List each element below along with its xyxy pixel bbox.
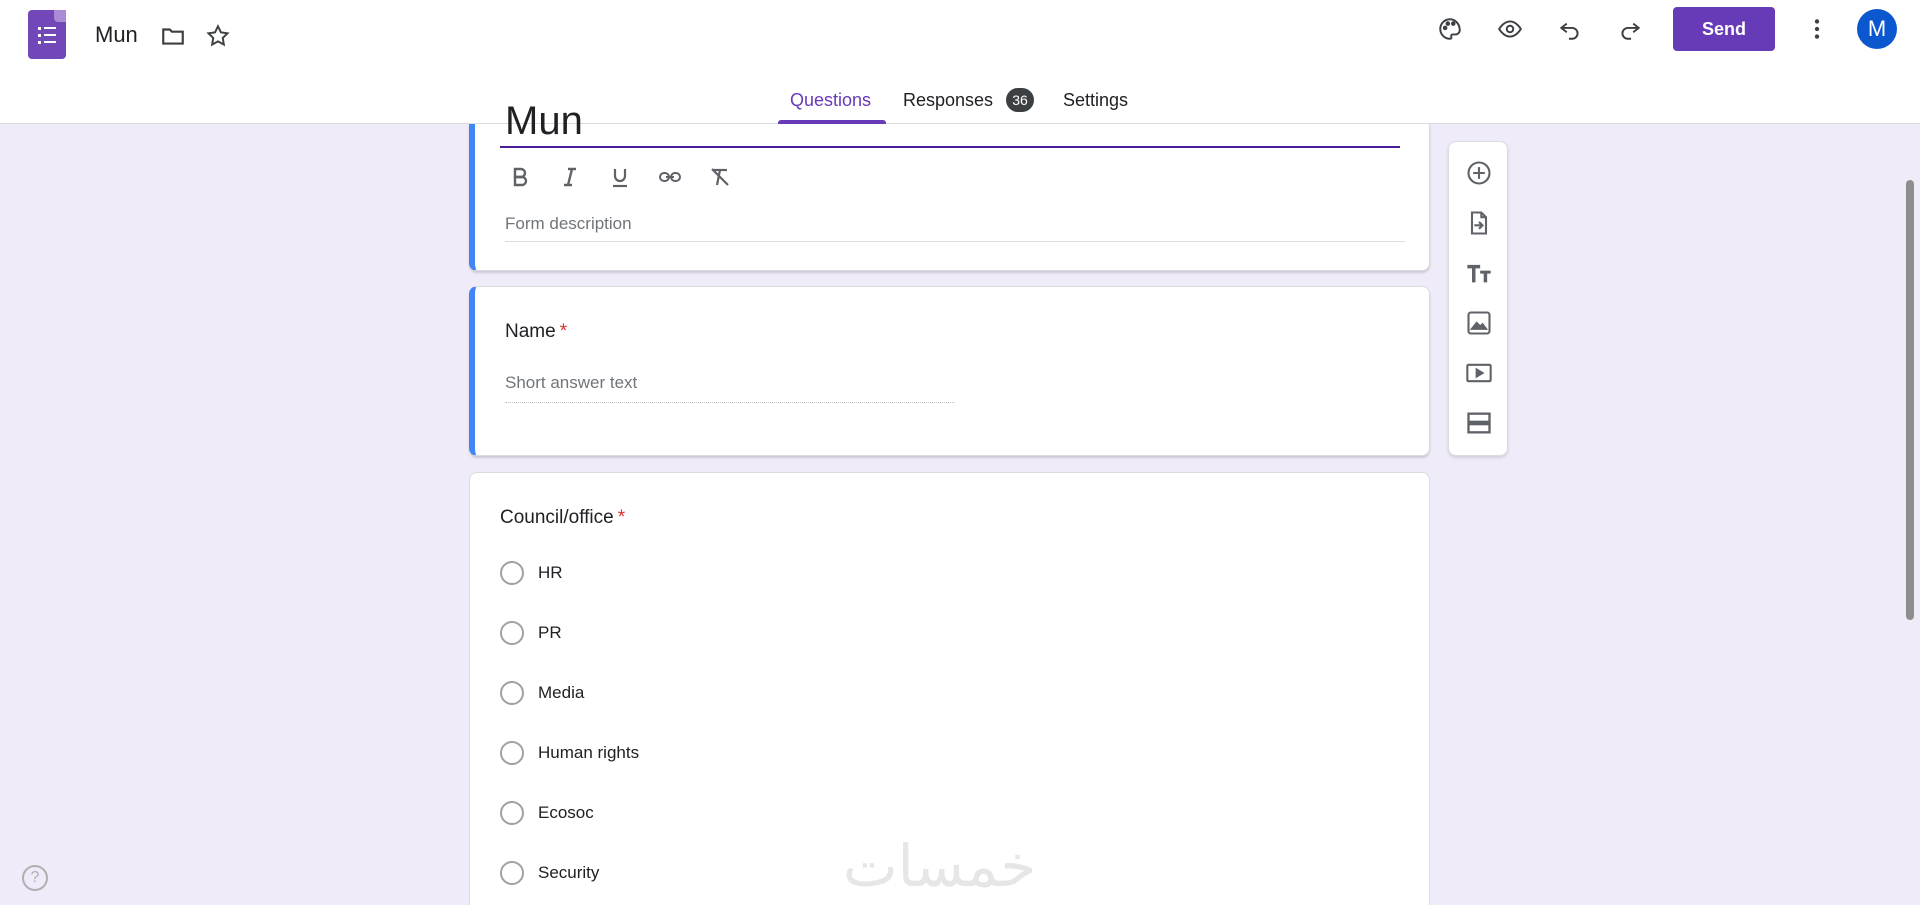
radio-button[interactable] — [500, 741, 524, 765]
folder-icon[interactable] — [153, 16, 193, 56]
radio-button[interactable] — [500, 561, 524, 585]
option-label: PR — [538, 623, 562, 642]
responses-count-badge: 36 — [1006, 88, 1034, 112]
more-vert-icon[interactable] — [1797, 9, 1837, 49]
redo-icon[interactable] — [1610, 9, 1650, 49]
radio-option[interactable]: Ecosoc — [500, 800, 594, 826]
radio-option[interactable]: Human rights — [500, 740, 639, 766]
link-icon[interactable] — [655, 162, 685, 192]
form-title-partial[interactable]: Mun — [505, 106, 583, 136]
option-label: HR — [538, 563, 563, 582]
option-label: Human rights — [538, 743, 640, 762]
eye-icon[interactable] — [1490, 9, 1530, 49]
forms-app-icon[interactable] — [28, 10, 66, 59]
radio-button[interactable] — [500, 621, 524, 645]
question-title-text: Name — [505, 321, 556, 342]
add-question-icon[interactable] — [1459, 153, 1499, 193]
tab-questions[interactable]: Questions — [790, 90, 871, 111]
title-underline — [500, 146, 1400, 148]
add-section-icon[interactable] — [1459, 403, 1499, 443]
required-mark: * — [559, 321, 568, 342]
radio-option[interactable]: PR — [500, 620, 562, 646]
document-title[interactable]: Mun — [95, 22, 138, 48]
radio-option[interactable]: Media — [500, 680, 584, 706]
required-mark: * — [617, 507, 626, 528]
italic-icon[interactable] — [555, 162, 585, 192]
avatar[interactable]: M — [1857, 9, 1897, 49]
short-answer-field[interactable]: Short answer text — [505, 373, 955, 403]
help-icon[interactable]: ? — [22, 865, 48, 891]
option-label: Security — [538, 863, 600, 882]
undo-icon[interactable] — [1550, 9, 1590, 49]
scrollbar-thumb[interactable] — [1906, 180, 1914, 620]
bold-icon[interactable] — [505, 162, 535, 192]
add-title-icon[interactable] — [1459, 253, 1499, 293]
tab-bar: Questions Responses 36 Settings — [0, 84, 1920, 124]
watermark-logo: خمسات — [843, 832, 1037, 900]
star-icon[interactable] — [198, 16, 238, 56]
radio-button[interactable] — [500, 801, 524, 825]
form-description-field[interactable]: Form description — [505, 214, 1405, 242]
clear-format-icon[interactable] — [705, 162, 735, 192]
radio-option[interactable]: HR — [500, 560, 563, 586]
format-toolbar — [505, 162, 735, 192]
floating-toolbar — [1448, 141, 1508, 456]
tab-settings[interactable]: Settings — [1063, 90, 1128, 111]
question-title: Name * — [505, 321, 567, 343]
radio-button[interactable] — [500, 861, 524, 885]
underline-icon[interactable] — [605, 162, 635, 192]
radio-button[interactable] — [500, 681, 524, 705]
top-header: Mun Send M Questions Responses 36 Settin… — [0, 0, 1920, 124]
add-video-icon[interactable] — [1459, 353, 1499, 393]
send-button[interactable]: Send — [1673, 7, 1775, 51]
form-title-card[interactable]: Mun Form description — [469, 106, 1430, 271]
question-title-text: Council/office — [500, 507, 614, 528]
radio-option[interactable]: Security — [500, 860, 599, 886]
tab-responses[interactable]: Responses — [903, 90, 993, 111]
palette-icon[interactable] — [1430, 9, 1470, 49]
question-card-name[interactable]: Name * Short answer text — [469, 286, 1430, 456]
question-title: Council/office * — [500, 507, 625, 529]
add-image-icon[interactable] — [1459, 303, 1499, 343]
import-questions-icon[interactable] — [1459, 203, 1499, 243]
option-label: Media — [538, 683, 585, 702]
option-label: Ecosoc — [538, 803, 594, 822]
